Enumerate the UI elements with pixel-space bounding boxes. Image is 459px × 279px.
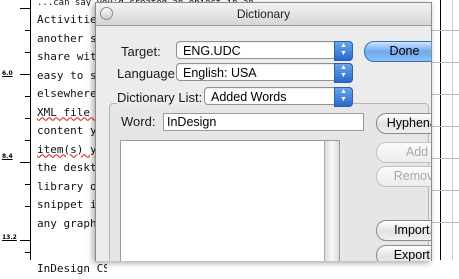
popup-arrows-icon: ▲ ▼: [334, 41, 353, 61]
word-list-scrollbar[interactable]: [324, 141, 339, 261]
import-button[interactable]: Import...: [376, 220, 431, 241]
word-label: Word:: [121, 114, 156, 129]
language-label: Language:: [117, 66, 179, 81]
doc-line: InDesign CS: [37, 262, 107, 275]
target-label: Target:: [121, 44, 161, 59]
dictionary-list-label: Dictionary List:: [117, 90, 206, 105]
word-list[interactable]: [120, 140, 340, 261]
ruler-label: 13.2: [2, 234, 17, 241]
document-right-margin: [430, 0, 459, 260]
language-value: English: USA: [183, 66, 257, 80]
popup-arrows-icon: ▲ ▼: [334, 63, 353, 83]
add-button[interactable]: Add: [376, 142, 431, 163]
dictionary-list-popup[interactable]: Added Words ▲ ▼: [204, 87, 353, 107]
target-value: ENG.UDC: [183, 44, 241, 58]
popup-arrows-icon: ▲ ▼: [334, 87, 353, 107]
remove-button[interactable]: Remove: [376, 166, 431, 187]
dialog-titlebar[interactable]: Dictionary: [96, 3, 431, 26]
dictionary-dialog: Dictionary Target: ENG.UDC ▲ ▼ Language: …: [95, 2, 432, 261]
vertical-ruler: 6.0 8.4 13.2: [0, 0, 31, 260]
done-button[interactable]: Done: [364, 41, 431, 62]
dictionary-list-value: Added Words: [211, 90, 287, 104]
ruler-label: 8.4: [2, 153, 13, 160]
ruler-label: 6.0: [2, 70, 13, 77]
export-button[interactable]: Export...: [376, 245, 431, 261]
hyphenate-button[interactable]: Hyphenate: [376, 113, 431, 134]
language-popup[interactable]: English: USA ▲ ▼: [176, 63, 353, 83]
target-popup[interactable]: ENG.UDC ▲ ▼: [176, 41, 353, 61]
word-input[interactable]: InDesign: [163, 113, 364, 131]
dialog-title: Dictionary: [236, 7, 291, 21]
